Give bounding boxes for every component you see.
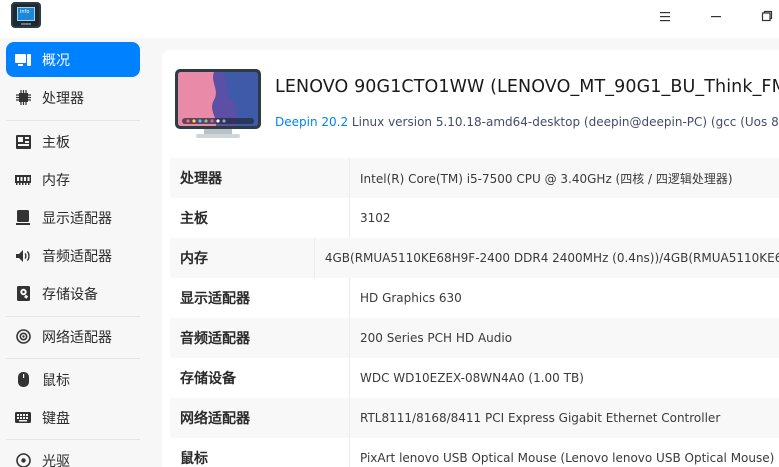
row-value: HD Graphics 630 xyxy=(360,291,462,305)
minimize-icon xyxy=(711,16,721,18)
sidebar-item-label: 网络适配器 xyxy=(42,329,112,346)
sidebar-item-network[interactable]: 网络适配器 xyxy=(6,319,140,354)
table-row: 音频适配器 200 Series PCH HD Audio xyxy=(170,318,779,358)
storage-icon xyxy=(15,286,31,302)
sidebar-item-display-adapter[interactable]: 显示适配器 xyxy=(6,200,140,235)
sidebar-item-label: 键盘 xyxy=(42,410,70,427)
memory-icon xyxy=(15,172,31,188)
table-row: 鼠标 PixArt lenovo USB Optical Mouse (Leno… xyxy=(170,438,779,467)
sidebar-item-cpu[interactable]: 处理器 xyxy=(6,80,140,115)
maximize-button[interactable] xyxy=(752,3,779,29)
app-icon-text: info xyxy=(20,9,30,15)
network-icon xyxy=(15,329,31,345)
table-row: 网络适配器 RTL8111/8168/8411 PCI Express Giga… xyxy=(170,398,779,438)
row-key: 显示适配器 xyxy=(170,278,350,318)
row-value: 4GB(RMUA5110KE68H9F-2400 DDR4 2400MHz (0… xyxy=(324,251,779,265)
table-row: 处理器 Intel(R) Core(TM) i5-7500 CPU @ 3.40… xyxy=(170,158,779,198)
keyboard-icon xyxy=(15,410,31,426)
sidebar-item-audio[interactable]: 音频适配器 xyxy=(6,238,140,273)
motherboard-icon xyxy=(15,134,31,150)
row-key: 音频适配器 xyxy=(170,318,350,358)
app-icon: info xyxy=(11,2,41,28)
overview-panel: LENOVO 90G1CTO1WW (LENOVO_MT_90G1_BU_Thi… xyxy=(162,50,779,467)
title-bar: info xyxy=(0,0,779,38)
sidebar-item-label: 光驱 xyxy=(42,453,70,467)
sidebar-item-label: 主板 xyxy=(42,134,70,151)
hamburger-icon xyxy=(660,11,670,21)
row-key: 处理器 xyxy=(170,158,350,198)
sidebar-item-label: 处理器 xyxy=(42,90,84,107)
os-link[interactable]: Deepin 20.2 xyxy=(275,115,348,129)
table-row: 显示适配器 HD Graphics 630 xyxy=(170,278,779,318)
kernel-version: Linux version 5.10.18-amd64-desktop (dee… xyxy=(351,115,779,129)
row-value: Intel(R) Core(TM) i5-7500 CPU @ 3.40GHz … xyxy=(360,171,733,186)
row-value: 200 Series PCH HD Audio xyxy=(360,331,513,345)
sidebar: 概况 处理器 主板 内存 显示适配器 音频适配器 存储设备 网络适配器 鼠标 键… xyxy=(0,38,150,467)
row-key: 主板 xyxy=(170,198,350,238)
row-key: 存储设备 xyxy=(170,358,350,398)
sidebar-item-label: 概况 xyxy=(42,52,70,69)
sidebar-item-keyboard[interactable]: 键盘 xyxy=(6,400,140,435)
table-row: 内存 4GB(RMUA5110KE68H9F-2400 DDR4 2400MHz… xyxy=(170,238,779,278)
maximize-icon xyxy=(761,10,773,22)
sidebar-item-label: 音频适配器 xyxy=(42,248,112,265)
table-row: 主板 3102 xyxy=(170,198,779,238)
computer-device-icon xyxy=(175,69,261,138)
sidebar-item-optical-drive[interactable]: 光驱 xyxy=(6,443,140,467)
audio-icon xyxy=(15,248,31,264)
os-version-line: Deepin 20.2 Linux version 5.10.18-amd64-… xyxy=(275,115,779,129)
menu-button[interactable] xyxy=(650,3,680,29)
sidebar-item-overview[interactable]: 概况 xyxy=(6,42,140,77)
info-table: 处理器 Intel(R) Core(TM) i5-7500 CPU @ 3.40… xyxy=(170,158,779,467)
row-value: WDC WD10EZEX-08WN4A0 (1.00 TB) xyxy=(360,371,584,385)
sidebar-item-motherboard[interactable]: 主板 xyxy=(6,124,140,159)
row-key: 鼠标 xyxy=(170,438,350,467)
sidebar-item-memory[interactable]: 内存 xyxy=(6,162,140,197)
sidebar-item-mouse[interactable]: 鼠标 xyxy=(6,362,140,397)
mouse-icon xyxy=(15,372,31,388)
row-value: RTL8111/8168/8411 PCI Express Gigabit Et… xyxy=(360,411,721,425)
row-value: PixArt lenovo USB Optical Mouse (Lenovo … xyxy=(360,451,775,465)
sidebar-item-storage[interactable]: 存储设备 xyxy=(6,276,140,311)
optical-drive-icon xyxy=(15,453,31,467)
row-value: 3102 xyxy=(360,211,391,225)
table-row: 存储设备 WDC WD10EZEX-08WN4A0 (1.00 TB) xyxy=(170,358,779,398)
sidebar-item-label: 鼠标 xyxy=(42,372,70,389)
device-title: LENOVO 90G1CTO1WW (LENOVO_MT_90G1_BU_Thi… xyxy=(275,77,779,97)
display-adapter-icon xyxy=(15,210,31,226)
row-key: 内存 xyxy=(170,238,315,278)
cpu-icon xyxy=(15,90,31,106)
minimize-button[interactable] xyxy=(701,3,731,29)
sidebar-item-label: 显示适配器 xyxy=(42,210,112,227)
sidebar-item-label: 内存 xyxy=(42,172,70,189)
overview-icon xyxy=(15,52,31,68)
sidebar-item-label: 存储设备 xyxy=(42,286,98,303)
row-key: 网络适配器 xyxy=(170,398,350,438)
